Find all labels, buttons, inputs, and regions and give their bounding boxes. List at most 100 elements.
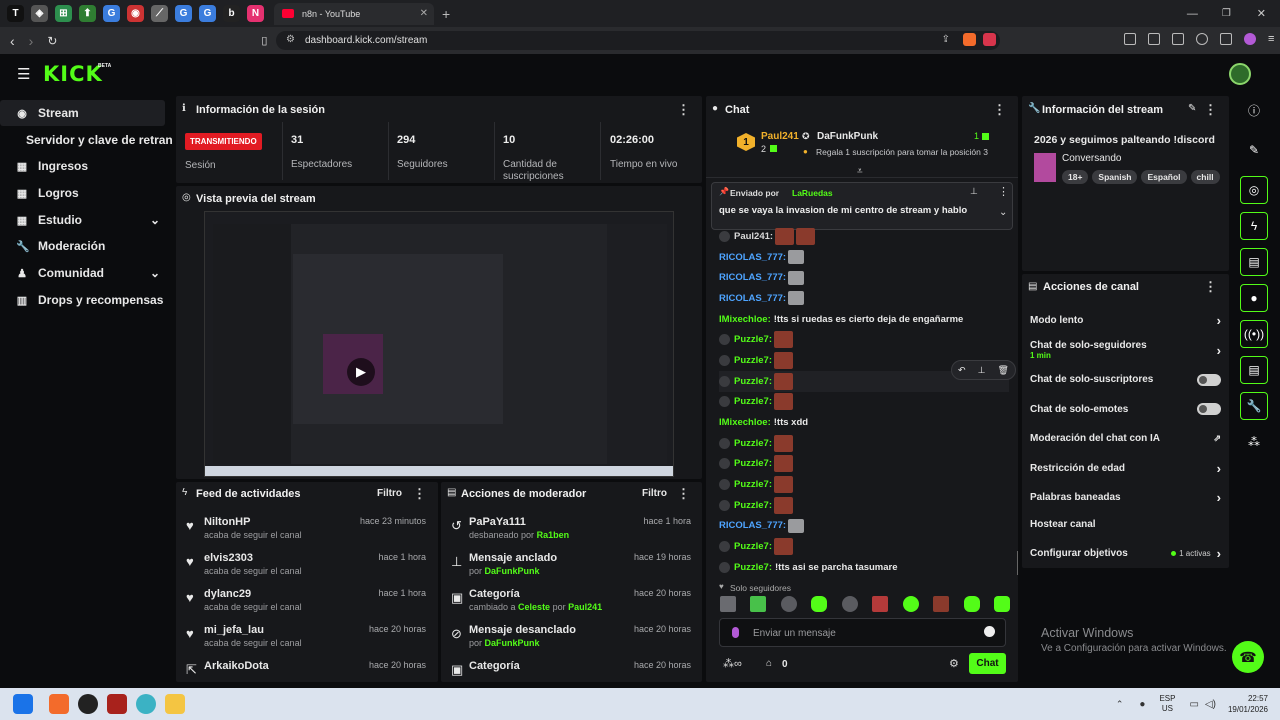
chevron-right-icon[interactable]: › — [1217, 490, 1221, 505]
chat-emote[interactable] — [774, 455, 794, 473]
mic-icon[interactable] — [732, 627, 739, 638]
broadcast-rail-icon[interactable]: ((•)) — [1240, 320, 1268, 348]
network-icon[interactable]: ▭ — [1189, 699, 1198, 710]
share-icon[interactable]: ⇪ — [942, 34, 950, 45]
activity-item[interactable]: ♥ dylanc29 acaba de seguir el canal hace 1 … — [178, 588, 436, 624]
explorer-taskbar-icon[interactable] — [165, 694, 185, 714]
reply-icon[interactable]: ↶ — [958, 365, 966, 376]
brave-shield-icon[interactable] — [963, 33, 976, 46]
back-icon[interactable]: ‹ — [10, 33, 15, 49]
category-thumbnail[interactable] — [1034, 153, 1056, 182]
pin-msg-icon[interactable]: ⊥ — [978, 365, 986, 376]
channel-action-item[interactable]: Configurar objetivos 1 activas › — [1022, 544, 1229, 564]
chat-emote[interactable] — [788, 518, 805, 533]
pinned-message[interactable]: 📌 Enviado por LaRuedas ⊥ ⋮ que se vaya l… — [711, 182, 1013, 230]
activity-user[interactable]: dylanc29 — [204, 588, 251, 600]
close-tab-icon[interactable]: ✕ — [420, 8, 428, 19]
chat-emote[interactable] — [774, 538, 794, 556]
chat-emote[interactable] — [788, 250, 805, 265]
leader-name[interactable]: Paul241 — [761, 131, 799, 142]
chat-message[interactable]: Puzzle7: — [719, 536, 1009, 557]
chat-username[interactable]: Puzzle7: — [734, 500, 772, 511]
sidebar-item-2[interactable]: ▦ Ingresos — [0, 153, 172, 179]
chevron-right-icon[interactable]: › — [1217, 343, 1221, 358]
reload-icon[interactable]: ↻ — [47, 34, 57, 48]
pinned-tab-icon[interactable]: ⟋ — [151, 5, 168, 22]
mod-action-item[interactable]: ▣ Categoría hace 20 horas — [443, 660, 701, 682]
mod-action-item[interactable]: ⊥ Mensaje anclado por DaFunkPunk hace 19 ho… — [443, 552, 701, 588]
chat-emote[interactable] — [796, 227, 816, 245]
leo-icon[interactable] — [1196, 33, 1208, 45]
emote-2[interactable] — [750, 596, 767, 612]
bookmark-icon[interactable]: ▯ — [261, 34, 267, 47]
emote-7[interactable] — [902, 596, 919, 612]
channel-action-item[interactable]: Chat de solo-emotes — [1022, 395, 1229, 425]
menu-icon[interactable]: ≡ — [1268, 33, 1274, 45]
mod-action-item[interactable]: ⊘ Mensaje desanclado por DaFunkPunk hace 20… — [443, 624, 701, 660]
kick-logo[interactable]: KICK — [43, 62, 103, 86]
delete-icon[interactable]: 🗑 — [998, 365, 1009, 376]
pinned-tab-icon[interactable]: ⊞ — [55, 5, 72, 22]
mod-action-actor-2[interactable]: Paul241 — [568, 602, 602, 612]
chat-message[interactable]: Paul241: — [719, 226, 1009, 247]
tag-chip[interactable]: Spanish — [1092, 170, 1138, 184]
channel-action-item[interactable]: Modo lento › — [1022, 306, 1229, 336]
activity-more-icon[interactable]: ⋮ — [413, 486, 426, 502]
emote-8[interactable] — [933, 596, 950, 612]
chat-username[interactable]: RICOLAS_777: — [719, 293, 786, 304]
chat-emote[interactable] — [774, 351, 794, 369]
chat-more-icon[interactable]: ⋮ — [993, 102, 1006, 118]
category-name[interactable]: Conversando — [1062, 153, 1121, 164]
chat-username[interactable]: IMixechloe: — [719, 417, 771, 428]
obs-taskbar-icon[interactable] — [78, 694, 98, 714]
pinned-tab-icon[interactable]: ⬆ — [79, 5, 96, 22]
vpn-icon[interactable] — [1220, 33, 1232, 45]
toggle-switch[interactable] — [1197, 403, 1221, 416]
channel-action-item[interactable]: Moderación del chat con IA ⇗ — [1022, 424, 1229, 454]
mod-filter-button[interactable]: Filtro — [642, 488, 667, 499]
chat-username[interactable]: Puzzle7: — [734, 458, 772, 469]
volume-icon[interactable]: ◁) — [1205, 699, 1216, 710]
chat-username[interactable]: RICOLAS_777: — [719, 252, 786, 263]
emote-6[interactable] — [872, 596, 889, 612]
session-more-icon[interactable]: ⋮ — [677, 102, 690, 118]
chat-username[interactable]: Puzzle7: — [734, 541, 772, 552]
chevron-right-icon[interactable]: › — [1217, 546, 1221, 561]
chevron-right-icon[interactable]: › — [1217, 313, 1221, 328]
clock[interactable]: 22:57 19/01/2026 — [1228, 693, 1268, 715]
tag-chip[interactable]: chill — [1190, 170, 1220, 184]
chat-username[interactable]: RICOLAS_777: — [719, 272, 786, 283]
chat-username[interactable]: Puzzle7: — [734, 438, 772, 449]
sidebar-icon[interactable] — [1148, 33, 1160, 45]
tools-rail-icon[interactable]: 🔧 — [1240, 392, 1268, 420]
channel-action-item[interactable]: Chat de solo-seguidores 1 min › — [1022, 336, 1229, 366]
mod-action-item[interactable]: ↺ PaPaYa111 desbaneado por Ra1ben hace 1 ho… — [443, 516, 701, 552]
emote-3[interactable] — [780, 596, 797, 612]
channel-action-item[interactable]: Palabras baneadas › — [1022, 483, 1229, 513]
activity-item[interactable]: ⇱ ArkaikoDota hace 20 horas — [178, 660, 436, 682]
chat-emote[interactable] — [775, 227, 795, 245]
activity-item[interactable]: ♥ NiltonHP acaba de seguir el canal hace 23… — [178, 516, 436, 552]
hamburger-menu-icon[interactable]: ☰ — [17, 65, 30, 83]
chevron-down-icon[interactable]: ⌄ — [150, 266, 160, 280]
chat-settings-icon[interactable]: ⚙ — [949, 657, 959, 670]
play-button-icon[interactable]: ▶ — [347, 358, 375, 386]
chat-emote[interactable] — [774, 393, 794, 411]
info-rail-icon[interactable]: ⓘ — [1240, 96, 1268, 124]
chat-username[interactable]: RICOLAS_777: — [719, 520, 786, 531]
channel-action-item[interactable]: Chat de solo-suscriptores — [1022, 365, 1229, 395]
activity-user[interactable]: NiltonHP — [204, 516, 250, 528]
active-tab[interactable]: n8n - YouTube ✕ — [274, 2, 434, 25]
emote-9[interactable] — [963, 596, 980, 612]
close-window-button[interactable]: ✕ — [1257, 7, 1266, 20]
chat-username[interactable]: Puzzle7: — [734, 334, 772, 345]
external-link-icon[interactable]: ⇗ — [1213, 433, 1221, 444]
support-chat-button[interactable]: ☎ — [1232, 641, 1264, 673]
pinned-tab-icon[interactable]: ◉ — [127, 5, 144, 22]
chevron-down-icon[interactable]: ⌄ — [150, 213, 160, 227]
forward-icon[interactable]: › — [29, 33, 34, 49]
sidebar-item-7[interactable]: ▥ Drops y recompensas — [0, 287, 172, 313]
chat-message[interactable]: Puzzle7: — [719, 474, 1009, 495]
preview-rail-icon[interactable]: ◎ — [1240, 176, 1268, 204]
mod-action-actor[interactable]: Ra1ben — [537, 530, 570, 540]
